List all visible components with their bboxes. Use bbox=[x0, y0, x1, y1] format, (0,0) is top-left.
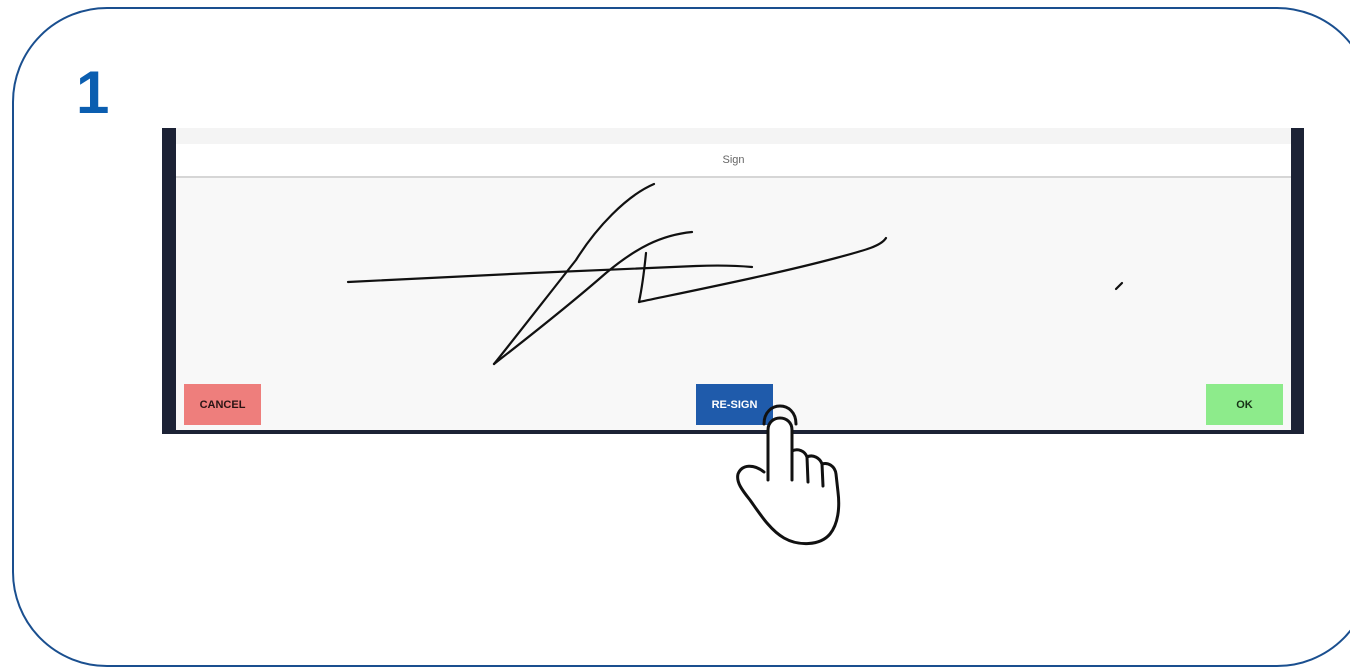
dialog-top-strip bbox=[176, 128, 1291, 144]
ok-button[interactable]: OK bbox=[1206, 384, 1283, 425]
dialog-header: Sign bbox=[176, 144, 1291, 178]
device-screen: Sign CANCEL RE-SIGN OK bbox=[162, 128, 1304, 434]
sign-dialog: Sign CANCEL RE-SIGN OK bbox=[176, 128, 1291, 430]
hand-pointer-icon bbox=[736, 404, 841, 545]
dialog-title: Sign bbox=[722, 154, 745, 166]
step-number: 1 bbox=[76, 59, 110, 126]
cancel-button[interactable]: CANCEL bbox=[184, 384, 261, 425]
signature-canvas[interactable] bbox=[176, 178, 1291, 383]
signature-strokes bbox=[346, 182, 1124, 366]
